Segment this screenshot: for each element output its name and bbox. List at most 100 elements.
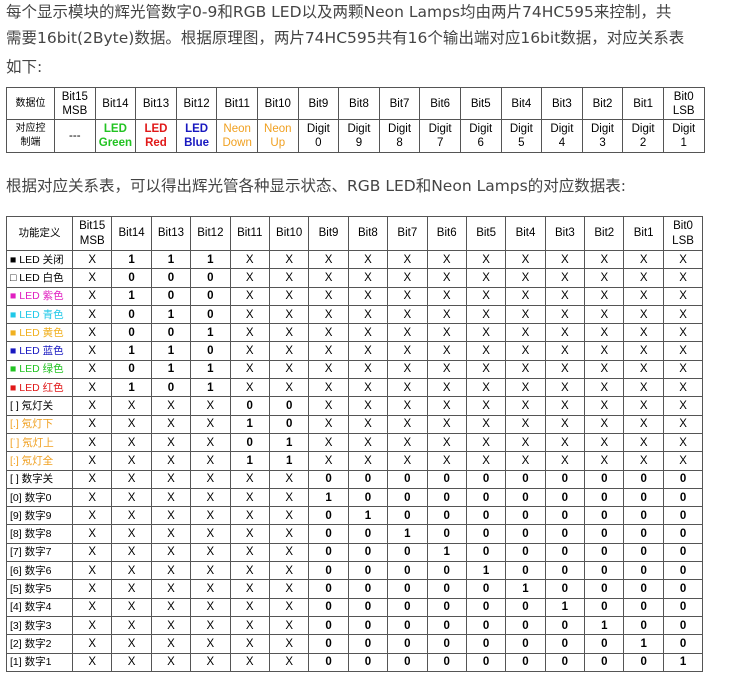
- bit-value-cell: X: [190, 597, 231, 617]
- control-cell: Digit 7: [419, 119, 461, 153]
- bit-value-cell: X: [268, 597, 310, 617]
- function-label: ■ LED 紫色: [6, 286, 73, 306]
- bit-value-cell: X: [426, 341, 467, 361]
- bit-value-cell: 0: [268, 414, 310, 434]
- bit-value-cell: 0: [662, 487, 704, 508]
- bit-value-cell: 1: [190, 359, 231, 380]
- bit-value-cell: 0: [544, 634, 586, 654]
- bit-header-cell: Bit1: [622, 87, 664, 120]
- bit-value-cell: X: [505, 249, 546, 270]
- bit-value-cell: X: [465, 359, 507, 380]
- bit-value-cell: X: [150, 396, 192, 416]
- function-label: [4] 数字4: [6, 597, 73, 617]
- bit-value-cell: X: [229, 249, 270, 270]
- bit-value-cell: 1: [111, 341, 152, 361]
- bit-value-cell: 0: [347, 634, 389, 654]
- bit-value-cell: 0: [505, 652, 546, 672]
- bit-value-cell: X: [111, 634, 152, 654]
- bit-value-cell: X: [71, 506, 113, 526]
- bit-value-cell: X: [268, 561, 310, 581]
- bit-value-cell: X: [347, 286, 389, 306]
- bit-value-cell: X: [505, 323, 546, 343]
- bit-value-cell: X: [465, 341, 507, 361]
- table-row: [ ] 数字关 X X X X X X 0 0 0 0 0 0 0 0 0 0: [6, 469, 704, 489]
- bit-value-cell: X: [190, 469, 231, 489]
- bit-value-cell: X: [71, 542, 113, 563]
- control-row: 对应控 制端 --- LED Green LED Red LED Blue Neon Down Neo…: [6, 119, 705, 153]
- bit-value-cell: X: [190, 451, 231, 471]
- bit-value-cell: X: [387, 451, 428, 471]
- bit-value-cell: X: [150, 469, 192, 489]
- control-cell: Digit 6: [459, 119, 502, 153]
- bit-value-cell: X: [505, 359, 546, 380]
- bit-value-cell: 0: [505, 615, 546, 636]
- bit-value-cell: X: [387, 286, 428, 306]
- bit-value-cell: 0: [584, 634, 625, 654]
- bit-row: 数据位 Bit15 MSB Bit14 Bit13 Bit12 Bit11 Bit10 Bit9…: [6, 87, 705, 120]
- bit-value-cell: X: [387, 268, 428, 288]
- bit-value-cell: X: [662, 249, 704, 270]
- bit-value-cell: X: [229, 469, 270, 489]
- bit-value-cell: X: [111, 597, 152, 617]
- bit-header-cell: Bit9: [308, 216, 349, 251]
- bit-value-cell: X: [544, 451, 586, 471]
- bit-value-cell: X: [505, 432, 546, 453]
- bit-value-cell: X: [387, 378, 428, 398]
- bit-value-cell: 0: [662, 597, 704, 617]
- bit-value-cell: X: [544, 432, 586, 453]
- bit-value-cell: X: [229, 506, 270, 526]
- function-label: ■ LED 蓝色: [6, 341, 73, 361]
- bit-header-cell: Bit15 MSB: [54, 87, 96, 120]
- bit-value-cell: 0: [150, 378, 192, 398]
- table-row: [5] 数字5 X X X X X X 0 0 0 0 0 1 0 0 0 0: [6, 579, 704, 599]
- bit-value-cell: X: [111, 451, 152, 471]
- bit-value-cell: X: [387, 249, 428, 270]
- bit-value-cell: 0: [662, 634, 704, 654]
- bit-value-cell: 0: [347, 561, 389, 581]
- bit-value-cell: X: [584, 432, 625, 453]
- bit-value-cell: X: [662, 396, 704, 416]
- bit-value-cell: X: [623, 323, 664, 343]
- bit-value-cell: X: [426, 249, 467, 270]
- bit-value-cell: 0: [505, 487, 546, 508]
- bit-value-cell: 0: [584, 469, 625, 489]
- bit-value-cell: X: [623, 451, 664, 471]
- bit-value-cell: X: [229, 652, 270, 672]
- bit-value-cell: 0: [308, 652, 349, 672]
- bit-value-cell: X: [544, 341, 586, 361]
- bit-value-cell: X: [71, 359, 113, 380]
- bit-value-cell: X: [268, 323, 310, 343]
- bit-value-cell: X: [71, 615, 113, 636]
- bit-value-cell: 0: [190, 341, 231, 361]
- bit-value-cell: 1: [150, 304, 192, 325]
- bit-mapping-table: 数据位 Bit15 MSB Bit14 Bit13 Bit12 Bit11 Bit10 Bit9…: [6, 87, 705, 153]
- bit-value-cell: X: [268, 524, 310, 544]
- bit-value-cell: 0: [544, 506, 586, 526]
- control-cell: Digit 2: [622, 119, 664, 153]
- bit-value-cell: X: [623, 341, 664, 361]
- bit-header-cell: Bit11: [216, 87, 258, 120]
- bit-value-cell: X: [505, 414, 546, 434]
- bit-value-cell: X: [71, 323, 113, 343]
- function-label: [2] 数字2: [6, 634, 73, 654]
- bit-value-cell: X: [71, 286, 113, 306]
- bit-value-cell: X: [662, 323, 704, 343]
- bit-value-cell: 0: [662, 469, 704, 489]
- bit-header-cell: Bit5: [459, 87, 502, 120]
- bit-value-cell: X: [505, 286, 546, 306]
- function-label: [9] 数字9: [6, 506, 73, 526]
- bit-value-cell: X: [465, 249, 507, 270]
- bit-header-cell: Bit13: [150, 216, 192, 251]
- function-label: ■ LED 红色: [6, 378, 73, 398]
- bit-value-cell: X: [71, 249, 113, 270]
- bit-value-cell: X: [308, 378, 349, 398]
- bit-value-cell: X: [465, 414, 507, 434]
- bit-value-cell: X: [308, 341, 349, 361]
- control-cell: Neon Down: [216, 119, 258, 153]
- bit-value-cell: 0: [426, 487, 467, 508]
- bit-value-cell: 1: [505, 579, 546, 599]
- bit-value-cell: X: [111, 506, 152, 526]
- bit-value-cell: 0: [544, 561, 586, 581]
- table-row: [1] 数字1 X X X X X X 0 0 0 0 0 0 0 0 0 1: [6, 652, 704, 672]
- bit-value-cell: X: [623, 286, 664, 306]
